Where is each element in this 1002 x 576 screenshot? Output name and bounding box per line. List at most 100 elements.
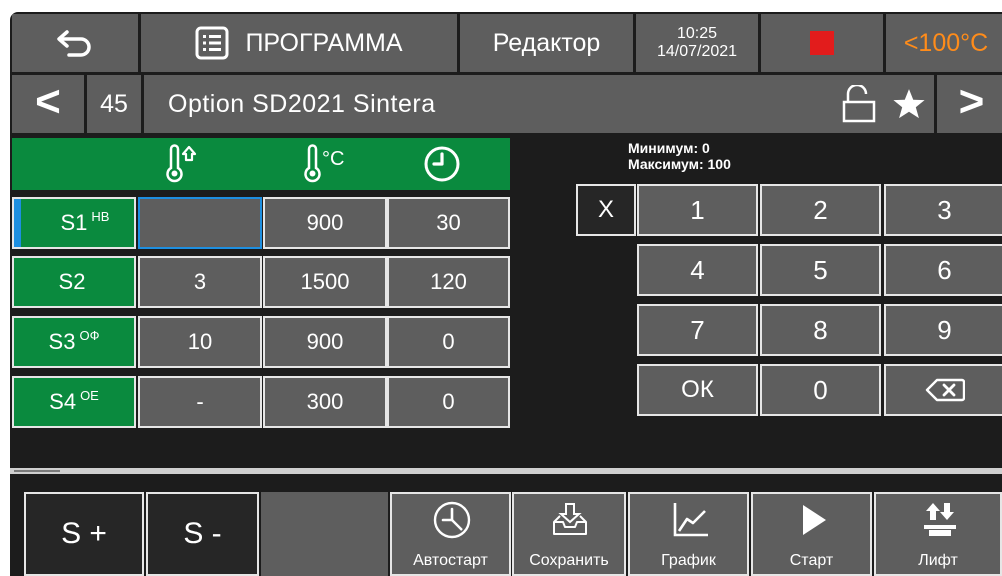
program-number: 45: [87, 75, 141, 133]
step-s3-temp[interactable]: 900: [263, 316, 387, 368]
step-badge: ОФ: [79, 328, 100, 343]
step-s3-label[interactable]: S3 ОФ: [12, 316, 136, 368]
ok-label: ОК: [681, 376, 714, 403]
key-label: 1: [690, 194, 705, 225]
step-s2-label[interactable]: S2: [12, 256, 136, 308]
autostart-label: Автостарт: [413, 552, 488, 569]
unlock-icon[interactable]: [842, 85, 876, 123]
temp-value: 900: [306, 210, 344, 235]
controller-screen: ПРОГРАММА Редактор 10:25 14/07/2021 <100…: [10, 12, 1002, 576]
start-button[interactable]: Старт: [751, 492, 872, 576]
lift-arrows-icon: [924, 503, 956, 536]
star-icon[interactable]: [892, 87, 926, 121]
step-s2-time[interactable]: 120: [387, 256, 510, 308]
save-button[interactable]: Сохранить: [512, 492, 626, 576]
start-label: Старт: [789, 552, 834, 569]
graph-button[interactable]: График: [628, 492, 749, 576]
date-text: 14/07/2021: [656, 43, 738, 60]
step-s1-label[interactable]: S1 НВ: [12, 197, 136, 249]
thermometer-up-icon: [166, 144, 197, 183]
keypad-key-3[interactable]: 3: [884, 184, 1002, 236]
keypad-key-4[interactable]: 4: [637, 244, 758, 296]
step-s4-rate[interactable]: -: [138, 376, 262, 428]
key-label: 9: [937, 314, 952, 345]
scroll-indicator[interactable]: [14, 470, 60, 472]
step-s2-temp[interactable]: 1500: [263, 256, 387, 308]
step-s3-time[interactable]: 0: [387, 316, 510, 368]
footer-spacer: [261, 492, 388, 576]
lift-label: Лифт: [918, 552, 958, 569]
key-label: 3: [937, 194, 952, 225]
keypad-backspace-button[interactable]: [884, 364, 1002, 416]
step-s4-time[interactable]: 0: [387, 376, 510, 428]
keypad-key-7[interactable]: 7: [637, 304, 758, 356]
step-s1-time[interactable]: 30: [387, 197, 510, 249]
page-title: ПРОГРАММА: [245, 28, 403, 57]
mode-text: Редактор: [492, 28, 601, 57]
keypad-key-2[interactable]: 2: [760, 184, 881, 236]
selected-row-indicator: [14, 199, 21, 247]
min-label: Минимум: 0: [628, 140, 710, 156]
step-s4-temp[interactable]: 300: [263, 376, 387, 428]
max-label: Максимум: 100: [628, 156, 731, 172]
program-menu[interactable]: ПРОГРАММА: [141, 14, 457, 72]
remove-step-button[interactable]: S -: [146, 492, 259, 576]
stop-indicator[interactable]: [761, 14, 883, 72]
time-value: 0: [442, 329, 455, 354]
save-label: Сохранить: [529, 552, 609, 569]
step-s2-rate[interactable]: 3: [138, 256, 262, 308]
prev-program-button[interactable]: <: [12, 75, 84, 133]
key-label: 7: [690, 314, 705, 345]
temp-value: 300: [306, 389, 344, 414]
step-label: S4: [49, 389, 77, 414]
stop-square-icon: [810, 31, 834, 55]
add-step-button[interactable]: S +: [24, 492, 144, 576]
key-label: 2: [813, 194, 828, 225]
keypad-clear-button[interactable]: X: [576, 184, 636, 236]
step-badge: НВ: [91, 209, 110, 224]
step-badge: ОЕ: [80, 388, 99, 403]
next-program-button[interactable]: >: [937, 75, 1002, 133]
keypad-key-6[interactable]: 6: [884, 244, 1002, 296]
keypad-key-8[interactable]: 8: [760, 304, 881, 356]
step-label: S1: [60, 210, 88, 235]
horizontal-divider: [10, 468, 1002, 474]
autostart-button[interactable]: Автостарт: [390, 492, 511, 576]
step-s1-rate-input[interactable]: [138, 197, 262, 249]
keypad-key-0[interactable]: 0: [760, 364, 881, 416]
rate-value: 10: [187, 329, 213, 354]
play-icon: [803, 505, 826, 535]
keypad-key-9[interactable]: 9: [884, 304, 1002, 356]
step-s4-label[interactable]: S4 ОЕ: [12, 376, 136, 428]
autostart-clock-icon: [433, 501, 471, 539]
clear-label: X: [597, 196, 614, 223]
key-label: 6: [937, 254, 952, 285]
step-s3-rate[interactable]: 10: [138, 316, 262, 368]
datetime-display: 10:25 14/07/2021: [636, 14, 758, 72]
time-value: 30: [436, 210, 461, 235]
next-arrow-icon: >: [958, 77, 985, 126]
key-label: 4: [690, 254, 705, 285]
temperature-text: <100°C: [903, 28, 989, 57]
clock-icon: [424, 146, 460, 182]
step-label: S3: [48, 329, 76, 354]
temperature-display: <100°C: [886, 14, 1002, 72]
program-name-bar[interactable]: Option SD2021 Sintera: [144, 75, 934, 133]
keypad-key-1[interactable]: 1: [637, 184, 758, 236]
editor-mode-label: Редактор: [460, 14, 633, 72]
keypad-key-5[interactable]: 5: [760, 244, 881, 296]
temp-value: 900: [306, 329, 344, 354]
temp-value: 1500: [300, 269, 350, 294]
time-value: 120: [430, 269, 467, 294]
back-button[interactable]: [12, 14, 138, 72]
remove-step-label: S -: [183, 517, 222, 550]
graph-label: График: [661, 552, 716, 569]
value-limits: Минимум: 0 Максимум: 100: [628, 140, 731, 172]
graph-icon: [673, 503, 708, 537]
lift-button[interactable]: Лифт: [874, 492, 1002, 576]
rate-value: 3: [193, 269, 207, 294]
key-label: 8: [813, 314, 828, 345]
keypad-ok-button[interactable]: ОК: [637, 364, 758, 416]
step-s1-temp[interactable]: 900: [263, 197, 387, 249]
backspace-icon: [925, 378, 965, 402]
